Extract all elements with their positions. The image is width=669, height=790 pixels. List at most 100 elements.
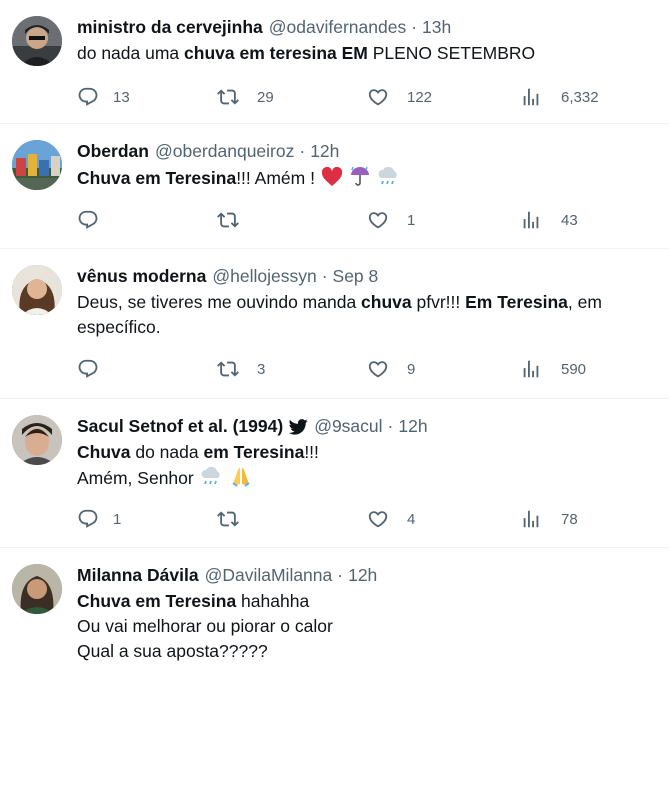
like-count: 9	[407, 360, 416, 378]
highlight-text: Chuva em Teresina	[77, 591, 237, 611]
text-segment: do nada uma	[77, 43, 185, 63]
heart-emoji	[321, 167, 342, 186]
retweet-count: 29	[257, 88, 274, 106]
action-bar: 13 29 122 6,332	[77, 86, 657, 110]
rain-cloud-emoji	[201, 466, 220, 485]
reply-icon	[77, 358, 99, 380]
text-segment: Amém, Senhor	[77, 468, 194, 488]
rain-cloud-emoji	[378, 166, 397, 185]
heart-icon	[367, 209, 389, 231]
tweet-header: Sacul Setnof et al. (1994) @9sacul · 12h	[77, 415, 657, 437]
highlight-text: chuva	[361, 292, 412, 312]
tweet[interactable]: Sacul Setnof et al. (1994) @9sacul · 12h…	[0, 399, 669, 548]
tweet[interactable]: Milanna Dávila @DavilaMilanna · 12h Chuv…	[0, 548, 669, 788]
author-handle[interactable]: @oberdanqueiroz	[155, 140, 294, 162]
timestamp[interactable]: 12h	[398, 415, 427, 437]
separator-dot: ·	[299, 141, 306, 161]
analytics-icon	[520, 358, 542, 380]
avatar[interactable]	[12, 265, 62, 315]
action-bar: 3 9 590	[77, 358, 657, 382]
tweet[interactable]: vênus moderna @hellojessyn · Sep 8 Deus,…	[0, 249, 669, 399]
view-count: 590	[561, 360, 587, 378]
views-button[interactable]: 590	[520, 358, 586, 380]
like-button[interactable]: 1	[367, 209, 415, 231]
text-segment: Deus, se tiveres me ouvindo manda	[77, 292, 362, 312]
reply-button[interactable]	[77, 209, 113, 231]
timestamp[interactable]: 12h	[310, 140, 339, 162]
author-handle[interactable]: @hellojessyn	[212, 265, 316, 287]
tweet-text: Chuva em Teresina!!! Amém !	[77, 165, 657, 191]
avatar[interactable]	[12, 415, 62, 465]
reply-icon	[77, 508, 99, 530]
retweet-icon	[217, 508, 239, 530]
tweet-text: Chuva em Teresina hahahha Ou vai melhorar…	[77, 589, 657, 664]
text-segment: !!! Amém !	[236, 168, 315, 188]
umbrella-rain-emoji	[350, 166, 369, 186]
timestamp[interactable]: 13h	[422, 16, 451, 38]
view-count: 6,332	[561, 88, 599, 106]
text-segment: do nada	[130, 442, 204, 462]
text-segment: Qual a sua aposta?????	[77, 641, 268, 661]
avatar[interactable]	[12, 140, 62, 190]
highlight-text: Chuva em Teresina	[77, 168, 237, 188]
reply-button[interactable]	[77, 358, 113, 380]
reply-button[interactable]: 13	[77, 86, 130, 108]
retweet-count: 3	[257, 360, 266, 378]
retweet-icon	[217, 209, 239, 231]
highlight-text: Em Teresina	[465, 292, 568, 312]
text-segment: hahahha	[236, 591, 310, 611]
like-button[interactable]: 122	[367, 86, 432, 108]
action-bar: 1 4 78	[77, 508, 657, 532]
text-segment: , em	[567, 292, 602, 312]
like-button[interactable]: 9	[367, 358, 415, 380]
separator-dot: ·	[321, 266, 328, 286]
retweet-button[interactable]: 29	[217, 86, 274, 108]
like-count: 4	[407, 510, 416, 528]
tweet-header: vênus moderna @hellojessyn · Sep 8	[77, 265, 657, 287]
views-button[interactable]: 78	[520, 508, 578, 530]
heart-icon	[367, 508, 389, 530]
bird-icon	[289, 418, 308, 435]
tweet-text: Chuva do nada em Teresina!!! Amém, Senhor	[77, 440, 657, 491]
author-name[interactable]: Oberdan	[77, 140, 149, 162]
author-name[interactable]: vênus moderna	[77, 265, 206, 287]
reply-button[interactable]: 1	[77, 508, 121, 530]
tweet[interactable]: ministro da cervejinha @odavifernandes ·…	[0, 0, 669, 124]
analytics-icon	[520, 86, 542, 108]
author-handle[interactable]: @odavifernandes	[269, 16, 406, 38]
tweet-text: Deus, se tiveres me ouvindo manda chuva …	[77, 290, 657, 340]
avatar[interactable]	[12, 564, 62, 614]
like-count: 122	[407, 88, 433, 106]
highlight-text: em Teresina	[203, 442, 305, 462]
tweet-text: do nada uma chuva em teresina EM PLENO S…	[77, 41, 657, 66]
tweet-header: Milanna Dávila @DavilaMilanna · 12h	[77, 564, 657, 586]
praying-hands-emoji	[232, 468, 251, 487]
tweet[interactable]: Oberdan @oberdanqueiroz · 12h Chuva em T…	[0, 124, 669, 249]
analytics-icon	[520, 508, 542, 530]
text-segment: !!!	[304, 442, 319, 462]
timestamp[interactable]: Sep 8	[333, 265, 379, 287]
views-button[interactable]: 43	[520, 209, 578, 231]
retweet-button[interactable]	[217, 508, 257, 530]
author-handle[interactable]: @9sacul	[314, 415, 382, 437]
retweet-button[interactable]	[217, 209, 257, 231]
tweet-header: Oberdan @oberdanqueiroz · 12h	[77, 140, 657, 162]
highlight-text: Chuva	[77, 442, 131, 462]
retweet-button[interactable]: 3	[217, 358, 265, 380]
timestamp[interactable]: 12h	[348, 564, 377, 586]
text-segment: específico.	[77, 317, 161, 337]
text-segment: Ou vai melhorar ou piorar o calor	[77, 616, 333, 636]
analytics-icon	[520, 209, 542, 231]
like-count: 1	[407, 211, 416, 229]
like-button[interactable]: 4	[367, 508, 415, 530]
heart-icon	[367, 86, 389, 108]
author-name[interactable]: ministro da cervejinha	[77, 16, 263, 38]
text-segment: PLENO SETEMBRO	[367, 43, 536, 63]
heart-icon	[367, 358, 389, 380]
author-name[interactable]: Milanna Dávila	[77, 564, 199, 586]
highlight-text: chuva em teresina EM	[184, 43, 368, 63]
author-name[interactable]: Sacul Setnof et al. (1994)	[77, 415, 283, 437]
views-button[interactable]: 6,332	[520, 86, 599, 108]
avatar[interactable]	[12, 16, 62, 66]
author-handle[interactable]: @DavilaMilanna	[205, 564, 333, 586]
